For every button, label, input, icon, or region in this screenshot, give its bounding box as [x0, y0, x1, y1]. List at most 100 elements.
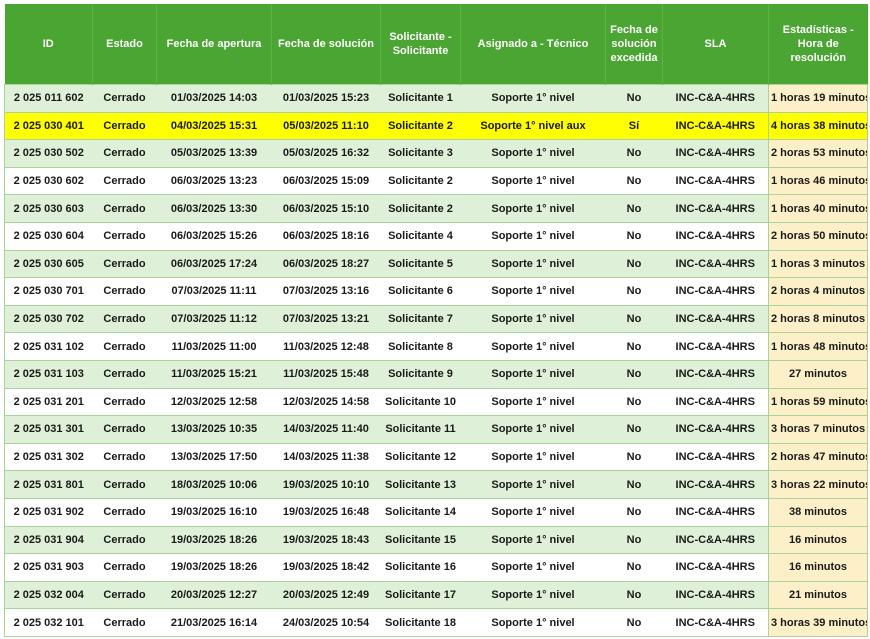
cell-solucion-excedida: No [605, 497, 663, 526]
table-row[interactable]: 2 025 031 103 Cerrado 11/03/2025 15:21 11/0… [4, 359, 868, 389]
cell-id: 2 025 030 602 [4, 166, 93, 195]
table-row[interactable]: 2 025 032 101 Cerrado 21/03/2025 16:14 24/0… [4, 608, 868, 637]
cell-fecha-solucion: 19/03/2025 18:43 [271, 525, 381, 554]
table-row[interactable]: 2 025 031 301 Cerrado 13/03/2025 10:35 14/0… [4, 415, 868, 444]
cell-id: 2 025 031 301 [4, 415, 93, 444]
table-row[interactable]: 2 025 030 701 Cerrado 07/03/2025 11:11 07/0… [4, 277, 868, 306]
cell-hora-resolucion: 27 minutos [768, 359, 868, 389]
cell-sla: INC-C&A-4HRS [662, 608, 769, 637]
cell-fecha-apertura: 12/03/2025 12:58 [156, 387, 272, 416]
cell-estado: Cerrado [92, 442, 157, 471]
cell-hora-resolucion: 1 horas 40 minutos [768, 194, 868, 223]
cell-hora-resolucion: 2 horas 8 minutos [768, 304, 868, 333]
cell-solicitante: Solicitante 17 [380, 580, 461, 609]
table-row[interactable]: 2 025 030 602 Cerrado 06/03/2025 13:23 06/0… [4, 166, 868, 195]
cell-fecha-solucion: 05/03/2025 11:10 [271, 111, 381, 140]
header-row: ID Estado Fecha de apertura Fecha de sol… [4, 4, 868, 85]
cell-hora-resolucion: 1 horas 3 minutos [768, 249, 868, 278]
column-header-estado[interactable]: Estado [92, 4, 157, 85]
cell-sla: INC-C&A-4HRS [662, 553, 769, 582]
table-row[interactable]: 2 025 031 201 Cerrado 12/03/2025 12:58 12/0… [4, 387, 868, 416]
cell-estado: Cerrado [92, 332, 157, 361]
cell-fecha-apertura: 04/03/2025 15:31 [156, 111, 272, 140]
cell-solucion-excedida: No [605, 194, 663, 223]
cell-solucion-excedida: No [605, 84, 663, 113]
tickets-table: ID Estado Fecha de apertura Fecha de sol… [4, 4, 868, 637]
column-header-solicitante[interactable]: Solicitante - Solicitante [380, 4, 461, 85]
column-header-hora-resolucion[interactable]: Estadísticas - Hora de resolución [768, 4, 868, 85]
cell-estado: Cerrado [92, 166, 157, 195]
table-row[interactable]: 2 025 030 603 Cerrado 06/03/2025 13:30 06/0… [4, 194, 868, 223]
cell-solicitante: Solicitante 2 [380, 194, 461, 223]
cell-sla: INC-C&A-4HRS [662, 249, 769, 278]
table-row[interactable]: 2 025 031 102 Cerrado 11/03/2025 11:00 11/0… [4, 332, 868, 361]
cell-hora-resolucion: 2 horas 53 minutos [768, 139, 868, 168]
column-header-fecha-apertura[interactable]: Fecha de apertura [156, 4, 272, 85]
cell-solicitante: Solicitante 16 [380, 553, 461, 582]
cell-tecnico: Soporte 1° nivel [460, 277, 606, 306]
cell-fecha-solucion: 06/03/2025 18:27 [271, 249, 381, 278]
cell-hora-resolucion: 1 horas 19 minutos [768, 84, 868, 113]
cell-fecha-solucion: 19/03/2025 18:42 [271, 553, 381, 582]
cell-estado: Cerrado [92, 194, 157, 223]
cell-hora-resolucion: 21 minutos [768, 580, 868, 609]
table-row[interactable]: 2 025 031 904 Cerrado 19/03/2025 18:26 19/0… [4, 525, 868, 554]
cell-estado: Cerrado [92, 359, 157, 389]
table-row[interactable]: 2 025 032 004 Cerrado 20/03/2025 12:27 20/0… [4, 580, 868, 609]
cell-solucion-excedida: No [605, 139, 663, 168]
cell-tecnico: Soporte 1° nivel [460, 139, 606, 168]
table-row[interactable]: 2 025 031 902 Cerrado 19/03/2025 16:10 19/0… [4, 497, 868, 526]
cell-tecnico: Soporte 1° nivel [460, 470, 606, 499]
cell-tecnico: Soporte 1° nivel [460, 580, 606, 609]
cell-hora-resolucion: 3 horas 39 minutos [768, 608, 868, 637]
table-row[interactable]: 2 025 030 401 Cerrado 04/03/2025 15:31 05/0… [4, 111, 868, 140]
cell-sla: INC-C&A-4HRS [662, 166, 769, 195]
table-row[interactable]: 2 025 030 502 Cerrado 05/03/2025 13:39 05/0… [4, 139, 868, 168]
cell-solucion-excedida: No [605, 304, 663, 333]
cell-tecnico: Soporte 1° nivel [460, 497, 606, 526]
cell-id: 2 025 031 903 [4, 553, 93, 582]
cell-fecha-solucion: 06/03/2025 15:09 [271, 166, 381, 195]
column-header-sla[interactable]: SLA [662, 4, 769, 85]
table-row[interactable]: 2 025 031 302 Cerrado 13/03/2025 17:50 14/0… [4, 442, 868, 471]
cell-sla: INC-C&A-4HRS [662, 580, 769, 609]
cell-fecha-solucion: 06/03/2025 18:16 [271, 221, 381, 251]
table-row[interactable]: 2 025 030 605 Cerrado 06/03/2025 17:24 06/0… [4, 249, 868, 278]
cell-fecha-solucion: 20/03/2025 12:49 [271, 580, 381, 609]
table-row[interactable]: 2 025 011 602 Cerrado 01/03/2025 14:03 01/0… [4, 84, 868, 113]
table-row[interactable]: 2 025 031 801 Cerrado 18/03/2025 10:06 19/0… [4, 470, 868, 499]
cell-solicitante: Solicitante 3 [380, 139, 461, 168]
cell-solicitante: Solicitante 2 [380, 166, 461, 195]
cell-sla: INC-C&A-4HRS [662, 359, 769, 389]
cell-fecha-solucion: 24/03/2025 10:54 [271, 608, 381, 637]
cell-hora-resolucion: 1 horas 59 minutos [768, 387, 868, 416]
cell-tecnico: Soporte 1° nivel [460, 221, 606, 251]
cell-hora-resolucion: 2 horas 4 minutos [768, 277, 868, 306]
cell-id: 2 025 030 603 [4, 194, 93, 223]
table-row[interactable]: 2 025 030 702 Cerrado 07/03/2025 11:12 07/0… [4, 304, 868, 333]
cell-hora-resolucion: 38 minutos [768, 497, 868, 526]
cell-hora-resolucion: 1 horas 48 minutos [768, 332, 868, 361]
column-header-tecnico[interactable]: Asignado a - Técnico [460, 4, 606, 85]
table-row[interactable]: 2 025 031 903 Cerrado 19/03/2025 18:26 19/0… [4, 553, 868, 582]
cell-solucion-excedida: No [605, 249, 663, 278]
column-header-fecha-solucion[interactable]: Fecha de solución [271, 4, 381, 85]
cell-sla: INC-C&A-4HRS [662, 304, 769, 333]
cell-id: 2 025 031 801 [4, 470, 93, 499]
cell-solucion-excedida: No [605, 553, 663, 582]
cell-id: 2 025 030 702 [4, 304, 93, 333]
column-header-solucion-excedida[interactable]: Fecha de solución excedida [605, 4, 663, 85]
table-row[interactable]: 2 025 030 604 Cerrado 06/03/2025 15:26 06/0… [4, 221, 868, 251]
cell-id: 2 025 031 103 [4, 359, 93, 389]
cell-solucion-excedida: No [605, 525, 663, 554]
cell-hora-resolucion: 16 minutos [768, 553, 868, 582]
cell-fecha-apertura: 11/03/2025 15:21 [156, 359, 272, 389]
cell-id: 2 025 031 102 [4, 332, 93, 361]
cell-id: 2 025 030 604 [4, 221, 93, 251]
cell-hora-resolucion: 2 horas 47 minutos [768, 442, 868, 471]
cell-id: 2 025 011 602 [4, 84, 93, 113]
cell-solicitante: Solicitante 9 [380, 359, 461, 389]
column-header-id[interactable]: ID [4, 4, 93, 85]
cell-fecha-apertura: 13/03/2025 17:50 [156, 442, 272, 471]
cell-solucion-excedida: No [605, 359, 663, 389]
